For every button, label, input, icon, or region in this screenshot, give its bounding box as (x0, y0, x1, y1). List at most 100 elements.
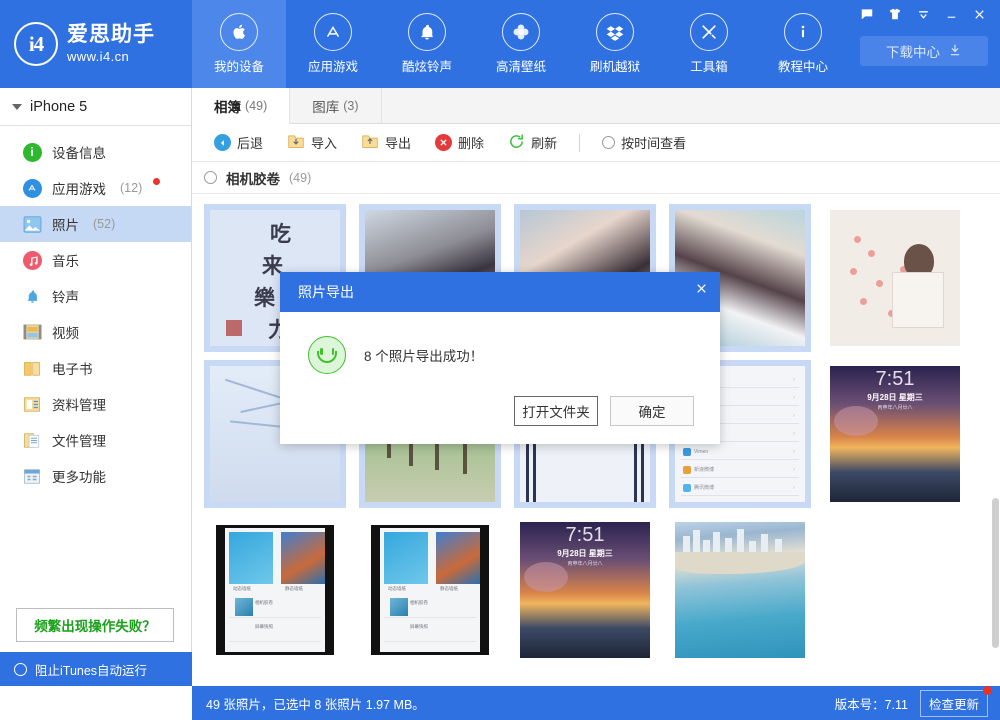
seal-stamp-icon (226, 320, 242, 336)
block-itunes-toggle[interactable]: 阻止iTunes自动运行 (0, 652, 192, 686)
toolbar-label: 刷新 (531, 133, 557, 152)
file-manage-icon (22, 430, 42, 450)
confirm-label: 确定 (639, 401, 666, 421)
appstore-circle-icon (22, 178, 42, 198)
help-operation-failure-button[interactable]: 频繁出现操作失败？ (16, 608, 174, 642)
nav-item-tutorials[interactable]: 教程中心 (756, 0, 850, 88)
export-button[interactable]: 导出 (349, 124, 423, 162)
open-folder-label: 打开文件夹 (522, 401, 590, 421)
import-button[interactable]: 导入 (275, 124, 349, 162)
flower-icon (502, 13, 540, 51)
figure-body (892, 272, 944, 328)
download-center-label: 下载中心 (886, 41, 940, 61)
sidebar-item-device-info[interactable]: i 设备信息 (0, 134, 191, 170)
view-by-time-option[interactable]: 按时间查看 (590, 124, 698, 162)
nav-item-ringtones[interactable]: 酷炫铃声 (380, 0, 474, 88)
settings-row-label: 新浪微博 (694, 466, 714, 473)
refresh-button[interactable]: 刷新 (496, 124, 569, 162)
album-name: 相机胶卷 (226, 168, 280, 188)
chevron-down-icon[interactable] (910, 3, 936, 25)
wallpaper-row-label: 屏幕快照 (410, 624, 428, 630)
album-camera-roll[interactable]: 相机胶卷 (49) (192, 162, 1000, 194)
download-center-button[interactable]: 下载中心 (860, 36, 988, 66)
close-icon[interactable] (682, 272, 720, 304)
scrollbar-thumb[interactable] (992, 498, 999, 648)
sidebar-item-music[interactable]: 音乐 (0, 242, 191, 278)
sidebar-item-data-manage[interactable]: 资料管理 (0, 386, 191, 422)
success-smiley-icon (308, 336, 346, 374)
photo-image: 7:51 9月28日 星期三 丙申年八月廿八 (830, 366, 960, 502)
block-itunes-label: 阻止iTunes自动运行 (35, 660, 147, 679)
sidebar-item-ebook[interactable]: 电子书 (0, 350, 191, 386)
lock-date-sub: 丙申年八月廿八 (520, 560, 650, 567)
sidebar-item-more-features[interactable]: 更多功能 (0, 458, 191, 494)
photo-thumb-lockscreen-2[interactable]: 7:51 9月28日 星期三 丙申年八月廿八 (514, 516, 656, 664)
settings-row-label: Vimeo (694, 449, 708, 455)
check-update-button[interactable]: 检查更新 (920, 690, 988, 717)
skin-icon[interactable] (882, 3, 908, 25)
photo-thumb-lockscreen-1[interactable]: 7:51 9月28日 星期三 丙申年八月廿八 (824, 360, 966, 508)
app-url: www.i4.cn (67, 50, 155, 65)
nav-item-toolbox[interactable]: 工具箱 (662, 0, 756, 88)
tab-count: (49) (245, 99, 267, 113)
wallpaper-caption: 静态墙纸 (285, 586, 303, 592)
status-summary: 49 张照片，已选中 8 张照片 1.97 MB。 (206, 694, 425, 713)
sidebar-item-count: (12) (120, 181, 142, 195)
tab-albums[interactable]: 相簿 (49) (192, 88, 290, 124)
toolbar-label: 导入 (311, 133, 337, 152)
nav-item-wallpapers[interactable]: 高清壁纸 (474, 0, 568, 88)
confirm-button[interactable]: 确定 (610, 396, 694, 426)
wallpaper-caption: 静态墙纸 (440, 586, 458, 592)
sidebar-item-ringtone[interactable]: 铃声 (0, 278, 191, 314)
sidebar-item-label: 电子书 (52, 358, 93, 378)
photo-thumb-wallpaper-settings-2[interactable]: 动态墙纸 静态墙纸 相机胶卷 屏幕快照 (359, 516, 501, 664)
photo-thumb-wallpaper-settings-1[interactable]: 动态墙纸 静态墙纸 相机胶卷 屏幕快照 (204, 516, 346, 664)
photo-toolbar: 后退 导入 导出 删除 (192, 124, 1000, 162)
content-tabs: 相簿 (49) 图库 (3) (192, 88, 1000, 124)
apple-icon (220, 13, 258, 51)
radio-icon (602, 136, 615, 149)
window-controls (854, 3, 992, 25)
help-button-label: 频繁出现操作失败？ (34, 615, 156, 635)
lock-time: 7:51 (520, 524, 650, 547)
lock-date: 9月28日 星期三 (520, 548, 650, 559)
open-folder-button[interactable]: 打开文件夹 (514, 396, 598, 426)
sidebar-item-photos[interactable]: 照片 (52) (0, 206, 191, 242)
photo-grid-scrollbar[interactable] (991, 248, 1000, 678)
sidebar-item-video[interactable]: 视频 (0, 314, 191, 350)
import-folder-icon (287, 133, 305, 152)
view-by-time-label: 按时间查看 (621, 133, 686, 152)
dialog-actions: 打开文件夹 确定 (280, 374, 720, 426)
photo-thumb-beach-city[interactable] (669, 516, 811, 664)
delete-button[interactable]: 删除 (423, 124, 496, 162)
more-features-icon (22, 466, 42, 486)
wallpaper-row-label: 屏幕快照 (255, 624, 273, 630)
device-selector[interactable]: iPhone 5 (0, 88, 191, 126)
top-bar: i4 爱思助手 www.i4.cn 我的设备 应用游戏 (0, 0, 1000, 88)
settings-row-label: 腾讯微博 (694, 484, 714, 491)
export-result-dialog: 照片导出 8 个照片导出成功！ 打开文件夹 确定 (280, 272, 720, 444)
caret-down-icon (12, 104, 22, 110)
tab-gallery[interactable]: 图库 (3) (290, 88, 381, 124)
nav-item-flash-jailbreak[interactable]: 刷机越狱 (568, 0, 662, 88)
album-count: (49) (289, 171, 311, 185)
sidebar-menu: i 设备信息 应用游戏 (12) 照片 (52) (0, 126, 191, 494)
update-badge-icon (983, 686, 992, 695)
nav-item-my-device[interactable]: 我的设备 (192, 0, 286, 88)
sidebar-item-label: 照片 (52, 214, 79, 234)
wallpaper-row-label: 相机胶卷 (255, 600, 273, 606)
sidebar-item-file-manage[interactable]: 文件管理 (0, 422, 191, 458)
minimize-icon[interactable] (938, 3, 964, 25)
photo-icon (22, 214, 42, 234)
close-icon[interactable] (966, 3, 992, 25)
back-button[interactable]: 后退 (202, 124, 275, 162)
sidebar-item-label: 设备信息 (52, 142, 106, 162)
nav-item-apps-games[interactable]: 应用游戏 (286, 0, 380, 88)
refresh-icon (508, 133, 525, 153)
sidebar-item-apps-games[interactable]: 应用游戏 (12) (0, 170, 191, 206)
photo-image: 7:51 9月28日 星期三 丙申年八月廿八 (520, 522, 650, 658)
nav-label: 高清壁纸 (496, 56, 546, 75)
message-icon[interactable] (854, 3, 880, 25)
photo-thumb-illustration[interactable] (824, 204, 966, 352)
version-label: 版本号：7.11 (835, 694, 908, 713)
